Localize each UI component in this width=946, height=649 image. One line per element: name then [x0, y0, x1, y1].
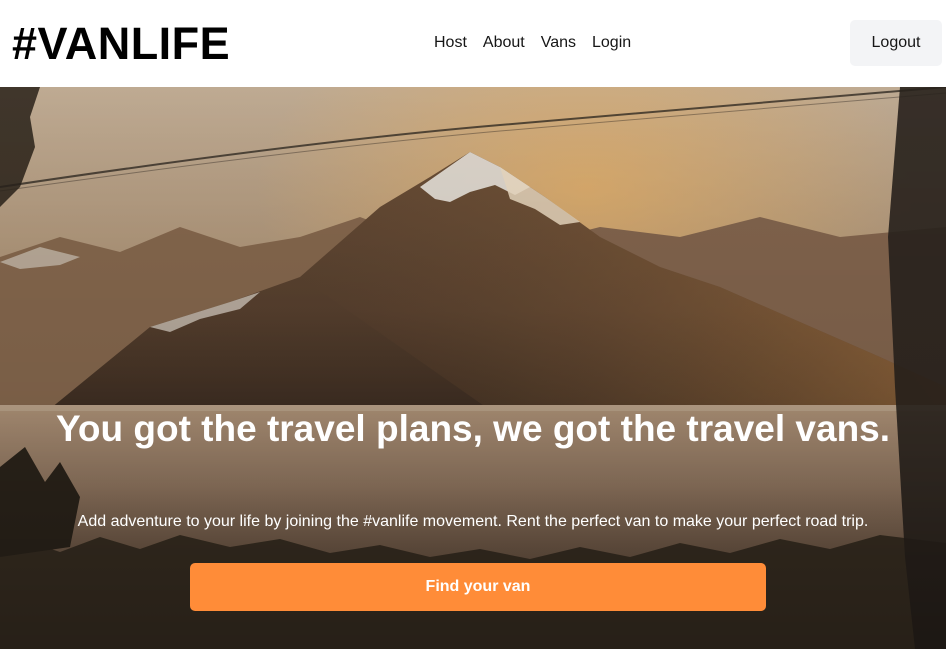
site-header: #VANLIFE Host About Vans Login Logout — [0, 0, 946, 87]
site-logo[interactable]: #VANLIFE — [12, 18, 230, 70]
nav-link-vans[interactable]: Vans — [541, 31, 576, 55]
hero-title: You got the travel plans, we got the tra… — [55, 408, 891, 449]
hero-section: You got the travel plans, we got the tra… — [0, 87, 946, 649]
find-your-van-button[interactable]: Find your van — [190, 563, 766, 611]
logout-button[interactable]: Logout — [850, 20, 942, 66]
hero-subtitle: Add adventure to your life by joining th… — [77, 513, 869, 530]
main-nav: Host About Vans Login — [434, 31, 631, 55]
nav-link-host[interactable]: Host — [434, 31, 467, 55]
nav-link-login[interactable]: Login — [592, 31, 631, 55]
nav-link-about[interactable]: About — [483, 31, 525, 55]
